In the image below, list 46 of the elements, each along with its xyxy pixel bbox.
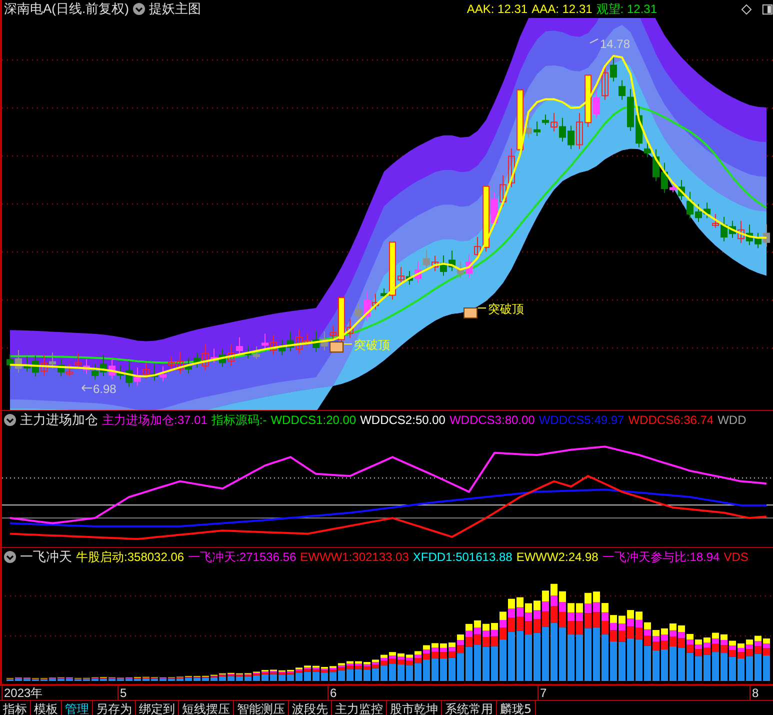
indicator-reading: WDDCS3:80.00 [449, 413, 535, 427]
toolbar-tab[interactable]: 短线摆压 [179, 701, 234, 715]
toolbar-tab[interactable]: 系统常用 [442, 701, 497, 715]
toolbar-tab[interactable]: 股市乾坤 [387, 701, 442, 715]
window-icon[interactable] [762, 4, 773, 14]
indicator-reading: 牛股启动:358032.06 [76, 548, 184, 566]
indicator-reading: EWWW2:24.98 [516, 550, 598, 564]
dropdown-icon[interactable] [132, 3, 145, 15]
indicator-reading: AAK: 12.31 [466, 2, 528, 16]
indicator-reading: 一飞冲天:271536.56 [188, 548, 296, 566]
price-high-label: 14.78 [600, 37, 630, 51]
indicator-name[interactable]: 一飞冲天 [20, 548, 72, 566]
dropdown-icon[interactable] [4, 414, 16, 426]
toolbar-tab[interactable]: 管理 [62, 701, 93, 715]
signal-label: 突破顶 [354, 338, 390, 352]
stock-title: 深南电A(日线.前复权) [4, 0, 129, 18]
indicator-reading: WDDCS6:36.74 [628, 413, 714, 427]
date-label: 7 [540, 686, 547, 700]
signal-label: 突破顶 [488, 302, 524, 316]
indicator-reading: EWWW1:302133.03 [300, 550, 409, 564]
diamond-icon[interactable] [741, 4, 752, 14]
date-label: 8 [752, 686, 759, 700]
indicator-reading: XFDD1:501613.88 [412, 550, 512, 564]
indicator-name[interactable]: 主力进场加仓 [20, 411, 98, 429]
indicator-reading: WDD [718, 413, 746, 427]
date-label: 6 [330, 686, 337, 700]
indicator-reading: VDS [724, 550, 748, 564]
toolbar-tab[interactable]: 麟珑5 [497, 701, 536, 715]
indicator-reading: WDDCS1:20.00 [270, 413, 356, 427]
price-low-label: 6.98 [93, 382, 116, 396]
indicator-reading: WDDCS2:50.00 [360, 413, 446, 427]
toolbar-tab[interactable]: 波段先 [289, 701, 332, 715]
indicator-reading: WDDCS5:49.97 [538, 413, 624, 427]
indicator-reading: 主力进场加仓:37.01 [102, 412, 208, 428]
toolbar-tab[interactable]: 指标 [0, 701, 31, 715]
indicator-reading: 指标源码:- [211, 412, 267, 428]
toolbar-tab[interactable]: 绑定到 [136, 701, 179, 715]
toolbar-tab[interactable]: 模板 [31, 701, 62, 715]
indicator-reading: AAA: 12.31 [532, 2, 592, 16]
indicator-reading: 一飞冲天参与比:18.94 [602, 548, 720, 566]
indicator-reading: 观望: 12.31 [596, 0, 657, 18]
indicator-name[interactable]: 提妖主图 [148, 0, 201, 18]
date-label: 2023年 [4, 686, 43, 700]
date-label: 5 [120, 686, 127, 700]
toolbar-tab[interactable]: 主力监控 [332, 701, 387, 715]
dropdown-icon[interactable] [4, 551, 16, 563]
